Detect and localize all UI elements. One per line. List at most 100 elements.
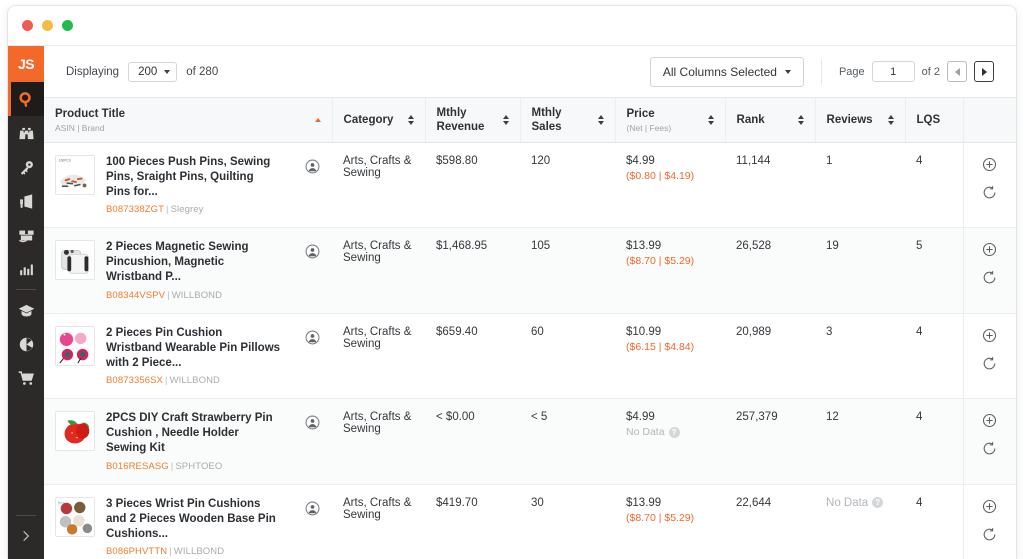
category-value: Arts, Crafts & Sewing xyxy=(343,411,411,435)
product-thumbnail[interactable] xyxy=(55,411,95,451)
sidebar-item-analytics[interactable] xyxy=(8,252,44,286)
product-thumbnail[interactable] xyxy=(55,326,95,366)
product-thumbnail[interactable]: 100PCS xyxy=(55,155,95,195)
megaphone-icon xyxy=(18,193,35,210)
sort-ascending-icon xyxy=(315,118,321,122)
sort-ascending-icon xyxy=(598,115,604,119)
refresh-row-button[interactable] xyxy=(975,270,1006,288)
sales-value: 105 xyxy=(531,240,550,252)
column-header-lqs[interactable]: LQS xyxy=(905,98,963,142)
window-close-button[interactable] xyxy=(22,20,33,31)
table-row[interactable]: 2PCS DIY Craft Strawberry Pin Cushion , … xyxy=(44,399,1016,485)
product-title[interactable]: 100 Pieces Push Pins, Sewing Pins, Sraig… xyxy=(106,155,281,201)
column-header-product-title[interactable]: Product Title ASIN | Brand xyxy=(44,98,332,142)
sort-arrows-mthly-sales[interactable] xyxy=(598,115,604,125)
product-thumbnail[interactable] xyxy=(55,240,95,280)
add-to-list-button[interactable] xyxy=(975,328,1006,346)
sidebar-item-market-insights[interactable] xyxy=(8,327,44,361)
sort-arrows-product-title[interactable] xyxy=(315,118,321,122)
cell-product-title[interactable]: 2 Pieces Magnetic Sewing Pincushion, Mag… xyxy=(44,228,292,314)
product-asin[interactable]: B0873356SX xyxy=(106,375,163,386)
table-row[interactable]: 5pcs 3 Pieces Wrist Pin Cushions and 2 Pi… xyxy=(44,484,1016,559)
cell-product-title[interactable]: 5pcs 3 Pieces Wrist Pin Cushions and 2 Pi… xyxy=(44,484,292,559)
refresh-row-button[interactable] xyxy=(975,356,1006,374)
sidebar-item-keyword-scout[interactable] xyxy=(8,150,44,184)
product-title[interactable]: 2 Pieces Magnetic Sewing Pincushion, Mag… xyxy=(106,240,281,286)
triangle-left-icon xyxy=(955,68,960,76)
add-to-list-button[interactable] xyxy=(975,499,1006,517)
refresh-row-button[interactable] xyxy=(975,441,1006,459)
cell-product-title[interactable]: 2 Pieces Pin Cushion Wristband Wearable … xyxy=(44,313,292,399)
lqs-value: 4 xyxy=(916,411,922,423)
product-thumbnail[interactable]: 5pcs xyxy=(55,497,95,537)
window-minimize-button[interactable] xyxy=(42,20,53,31)
product-asin[interactable]: B086PHVTTN xyxy=(106,546,167,557)
add-to-list-button[interactable] xyxy=(975,413,1006,431)
cell-reviews: 1 xyxy=(815,142,905,228)
cell-product-title[interactable]: 2PCS DIY Craft Strawberry Pin Cushion , … xyxy=(44,399,292,485)
sort-arrows-rank[interactable] xyxy=(798,115,804,125)
product-title[interactable]: 3 Pieces Wrist Pin Cushions and 2 Pieces… xyxy=(106,497,281,543)
cell-mthly-sales: 30 xyxy=(520,484,615,559)
sort-descending-icon xyxy=(408,121,414,125)
sort-arrows-reviews[interactable] xyxy=(888,115,894,125)
column-header-mthly-revenue[interactable]: Mthly Revenue xyxy=(425,98,520,142)
product-title[interactable]: 2PCS DIY Craft Strawberry Pin Cushion , … xyxy=(106,411,281,457)
table-row[interactable]: 2 Pieces Magnetic Sewing Pincushion, Mag… xyxy=(44,228,1016,314)
reviews-no-data: No Data? xyxy=(826,497,883,509)
rank-value: 11,144 xyxy=(736,155,770,167)
sidebar-item-supplier-database[interactable] xyxy=(8,218,44,252)
next-page-button[interactable] xyxy=(974,61,994,82)
product-asin[interactable]: B016RESASG xyxy=(106,461,169,472)
sort-arrows-price[interactable] xyxy=(708,115,714,125)
sidebar-item-product-database-search[interactable] xyxy=(8,82,44,116)
pagination: Page of 2 xyxy=(839,61,994,82)
cell-mthly-sales: 60 xyxy=(520,313,615,399)
cell-reviews: No Data? xyxy=(815,484,905,559)
sidebar-item-promotions[interactable] xyxy=(8,184,44,218)
column-header-mthly-sales[interactable]: Mthly Sales xyxy=(520,98,615,142)
meta-separator: | xyxy=(169,546,172,557)
product-asin[interactable]: B08344VSPV xyxy=(106,290,165,301)
total-count-label: of 280 xyxy=(186,66,218,78)
sidebar-expand-button[interactable] xyxy=(8,519,44,553)
help-icon[interactable]: ? xyxy=(872,497,883,508)
refresh-row-button[interactable] xyxy=(975,185,1006,203)
page-size-select[interactable]: 200 xyxy=(128,62,177,82)
column-header-rank[interactable]: Rank xyxy=(725,98,815,142)
table-row[interactable]: 100PCS 100 Pieces Push Pins, Sewing Pins,… xyxy=(44,142,1016,228)
sidebar-item-cart[interactable] xyxy=(8,361,44,395)
sort-arrows-category[interactable] xyxy=(408,115,414,125)
cell-actions xyxy=(963,484,1016,559)
results-table-container[interactable]: Product Title ASIN | Brand xyxy=(44,98,1016,559)
help-icon[interactable]: ? xyxy=(669,427,680,438)
triangle-right-icon xyxy=(982,68,987,76)
column-header-price[interactable]: Price (Net | Fees) xyxy=(615,98,725,142)
sidebar-item-opportunity-finder[interactable] xyxy=(8,116,44,150)
cell-price: $10.99($6.15 | $4.84) xyxy=(615,313,725,399)
product-title[interactable]: 2 Pieces Pin Cushion Wristband Wearable … xyxy=(106,326,281,372)
column-header-reviews[interactable]: Reviews xyxy=(815,98,905,142)
sales-value: 60 xyxy=(531,326,544,338)
displaying-label: Displaying xyxy=(66,66,119,78)
key-icon xyxy=(18,159,35,176)
window-maximize-button[interactable] xyxy=(62,20,73,31)
columns-selector-button[interactable]: All Columns Selected xyxy=(650,57,804,87)
refresh-row-button[interactable] xyxy=(975,527,1006,545)
product-asin[interactable]: B087338ZGT xyxy=(106,204,164,215)
sort-arrows-mthly-revenue[interactable] xyxy=(503,115,509,125)
add-to-list-button[interactable] xyxy=(975,242,1006,260)
add-to-list-button[interactable] xyxy=(975,157,1006,175)
cell-category: Arts, Crafts & Sewing xyxy=(332,228,425,314)
cell-product-title[interactable]: 100PCS 100 Pieces Push Pins, Sewing Pins,… xyxy=(44,142,292,228)
column-header-category[interactable]: Category xyxy=(332,98,425,142)
previous-page-button[interactable] xyxy=(947,61,967,82)
main-content: Displaying 200 of 280 All Columns Select… xyxy=(44,46,1016,559)
table-row[interactable]: 2 Pieces Pin Cushion Wristband Wearable … xyxy=(44,313,1016,399)
cell-amazon-badge xyxy=(292,399,332,485)
sidebar-item-academy[interactable] xyxy=(8,293,44,327)
app-logo[interactable]: JS xyxy=(8,46,44,82)
results-table: Product Title ASIN | Brand xyxy=(44,98,1016,559)
page-number-input[interactable] xyxy=(872,61,915,82)
price-value: $10.99 xyxy=(626,326,714,338)
